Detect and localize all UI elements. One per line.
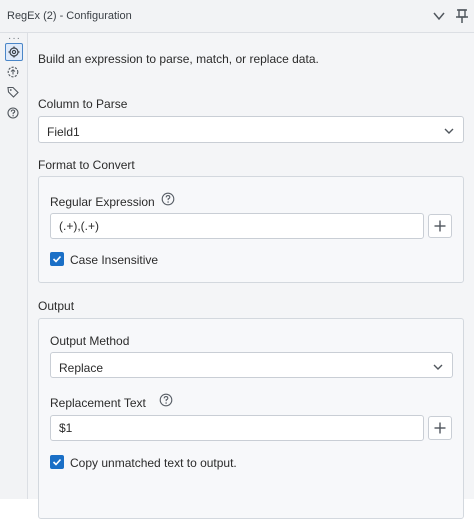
plus-icon [434, 220, 446, 232]
side-rail: ··· [0, 33, 28, 499]
chevron-down-icon [444, 128, 454, 134]
intro-text: Build an expression to parse, match, or … [38, 52, 319, 66]
pin-icon[interactable] [455, 8, 469, 24]
chevron-down-icon[interactable] [432, 9, 446, 23]
replacement-text-field[interactable] [50, 415, 424, 441]
checkmark-icon [52, 255, 62, 263]
copy-unmatched-label: Copy unmatched text to output. [70, 456, 237, 470]
help-icon[interactable] [161, 192, 175, 206]
format-to-convert-group: Regular Expression Case Insensitive [38, 176, 464, 283]
output-method-label: Output Method [50, 334, 130, 348]
rail-help-button[interactable] [5, 105, 23, 123]
output-method-select[interactable]: Replace [50, 352, 453, 378]
grip-dots-icon: ··· [8, 33, 21, 44]
column-to-parse-value: Field1 [47, 125, 80, 139]
tag-icon [7, 86, 19, 98]
column-to-parse-select[interactable]: Field1 [38, 116, 464, 143]
output-label: Output [38, 299, 75, 313]
format-to-convert-label: Format to Convert [38, 158, 135, 172]
chevron-down-icon [433, 364, 443, 370]
rail-tags-button[interactable] [5, 84, 23, 102]
help-icon[interactable] [159, 393, 173, 407]
regular-expression-field[interactable] [50, 213, 424, 239]
output-group: Output Method Replace Replacement Text $… [38, 318, 464, 519]
rail-annotation-button[interactable] [5, 64, 23, 82]
rail-configuration-button[interactable] [5, 43, 23, 61]
case-insensitive-checkbox[interactable] [50, 252, 64, 266]
checkmark-icon [52, 458, 62, 466]
gear-icon [8, 46, 20, 58]
title-bar: RegEx (2) - Configuration [0, 0, 474, 33]
plus-icon [434, 422, 446, 434]
column-to-parse-label: Column to Parse [38, 97, 128, 111]
annotation-icon [7, 66, 19, 78]
regex-insert-button[interactable] [428, 214, 452, 238]
help-icon [7, 107, 19, 119]
regular-expression-label: Regular Expression [50, 195, 155, 209]
replacement-text-label: Replacement Text [50, 396, 146, 410]
case-insensitive-label: Case Insensitive [70, 253, 159, 267]
regular-expression-input[interactable] [51, 214, 423, 238]
replacement-insert-button[interactable] [428, 416, 452, 440]
window-title: RegEx (2) - Configuration [7, 10, 132, 22]
replacement-text-input[interactable] [51, 416, 423, 440]
output-method-value: Replace [59, 361, 104, 375]
copy-unmatched-checkbox[interactable] [50, 455, 64, 469]
configuration-panel: Build an expression to parse, match, or … [28, 33, 474, 519]
